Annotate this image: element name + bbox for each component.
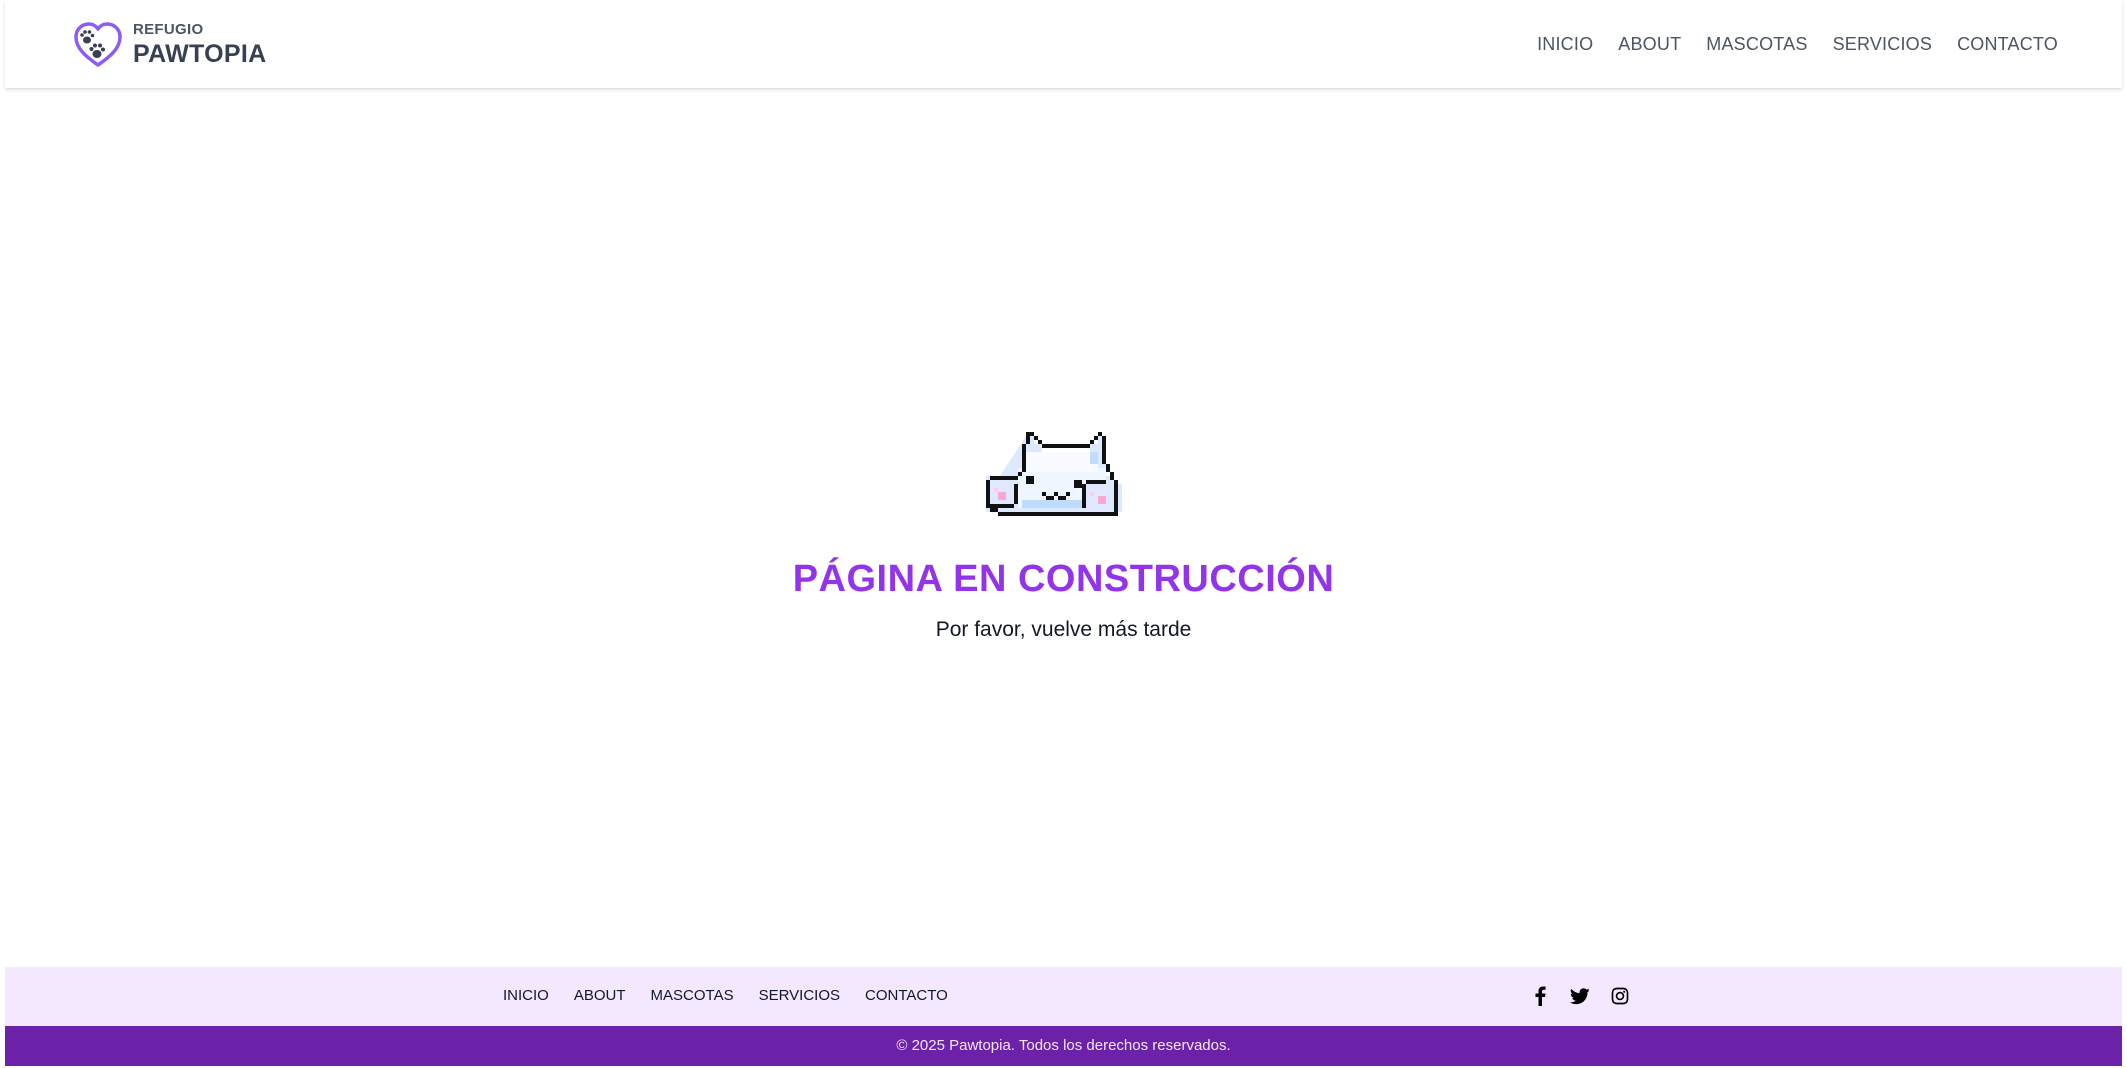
footer-nav-mascotas[interactable]: MASCOTAS [651, 986, 734, 1006]
facebook-icon[interactable] [1529, 985, 1551, 1007]
site-header: REFUGIO PAWTOPIA INICIO ABOUT MASCOTAS S… [5, 0, 2122, 88]
brand-name: PAWTOPIA [133, 40, 267, 68]
footer-top-bar: INICIO ABOUT MASCOTAS SERVICIOS CONTACTO [5, 967, 2122, 1026]
nav-item-about[interactable]: ABOUT [1618, 30, 1681, 58]
brand-logo-link[interactable]: REFUGIO PAWTOPIA [71, 18, 266, 72]
main-content: PÁGINA EN CONSTRUCCIÓN Por favor, vuelve… [0, 88, 2127, 967]
brand-text: REFUGIO PAWTOPIA [133, 21, 266, 69]
main-nav: INICIO ABOUT MASCOTAS SERVICIOS CONTACTO [1512, 30, 2058, 58]
footer-bottom-bar: © 2025 Pawtopia. Todos los derechos rese… [5, 1026, 2122, 1066]
pixel-cat-icon [986, 432, 1122, 516]
page-subtitle: Por favor, vuelve más tarde [935, 618, 1192, 641]
nav-item-contacto[interactable]: CONTACTO [1957, 30, 2058, 58]
social-links [1529, 985, 1649, 1007]
instagram-icon[interactable] [1609, 985, 1631, 1007]
footer-nav: INICIO ABOUT MASCOTAS SERVICIOS CONTACTO [503, 986, 973, 1006]
copyright-text: © 2025 Pawtopia. Todos los derechos rese… [896, 1037, 1231, 1054]
page: REFUGIO PAWTOPIA INICIO ABOUT MASCOTAS S… [0, 0, 2127, 1068]
heart-paw-logo-icon [74, 22, 122, 67]
nav-item-mascotas[interactable]: MASCOTAS [1706, 30, 1807, 58]
footer-nav-inicio[interactable]: INICIO [503, 986, 549, 1006]
nav-item-inicio[interactable]: INICIO [1537, 30, 1593, 58]
page-title: PÁGINA EN CONSTRUCCIÓN [792, 558, 1335, 600]
nav-item-servicios[interactable]: SERVICIOS [1833, 30, 1933, 58]
footer-nav-about[interactable]: ABOUT [574, 986, 626, 1006]
footer-nav-servicios[interactable]: SERVICIOS [759, 986, 840, 1006]
twitter-icon[interactable] [1569, 985, 1591, 1007]
footer-nav-contacto[interactable]: CONTACTO [865, 986, 948, 1006]
brand-subtitle: REFUGIO [133, 21, 204, 38]
